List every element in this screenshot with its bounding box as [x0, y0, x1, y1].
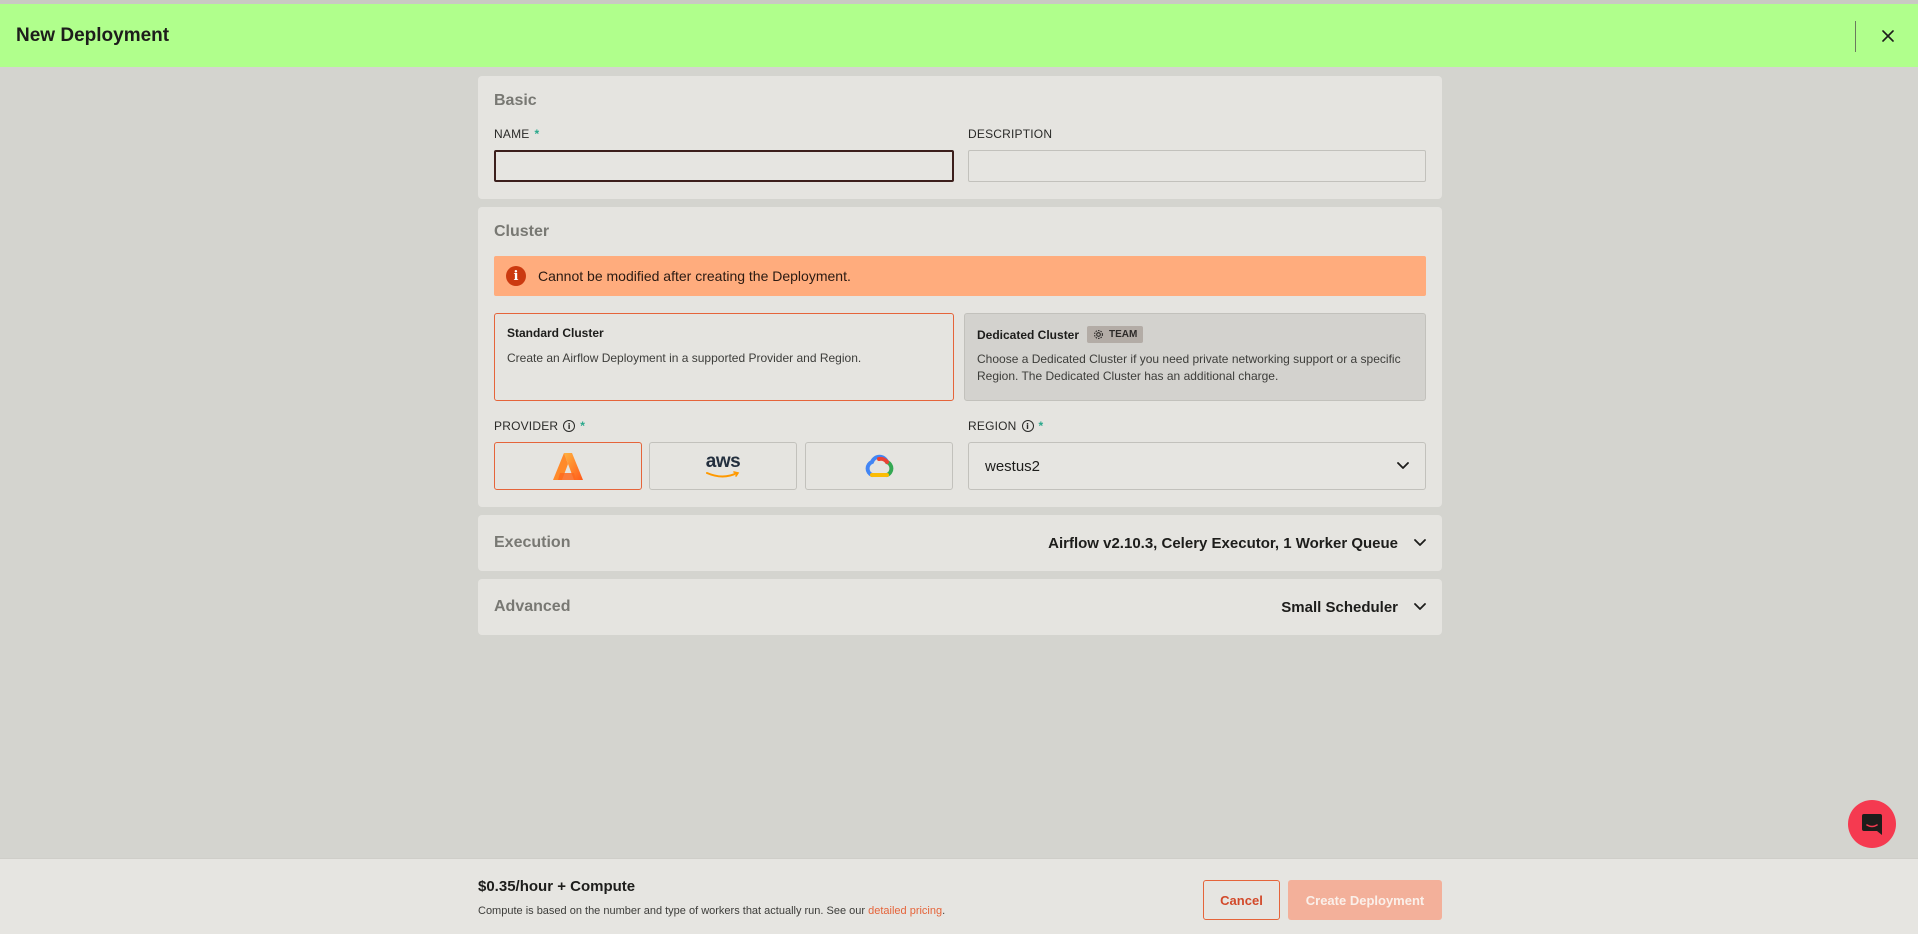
advanced-section[interactable]: Advanced Small Scheduler [478, 579, 1442, 635]
pricing-note-text: Compute is based on the number and type … [478, 905, 869, 917]
azure-icon [553, 453, 583, 480]
dedicated-cluster-header: Dedicated Cluster TEAM [977, 326, 1413, 343]
dedicated-cluster-title: Dedicated Cluster [977, 327, 1080, 342]
chat-launcher-button[interactable] [1848, 800, 1896, 848]
advanced-section-title: Advanced [494, 598, 571, 615]
cluster-warning-alert: i Cannot be modified after creating the … [494, 256, 1426, 296]
advanced-summary: Small Scheduler [1281, 598, 1398, 616]
provider-gcp-button[interactable] [805, 442, 953, 490]
required-mark: * [534, 127, 540, 141]
detailed-pricing-link[interactable]: detailed pricing [868, 905, 942, 917]
name-label-text: NAME [494, 127, 530, 141]
cluster-section: Cluster i Cannot be modified after creat… [478, 207, 1442, 507]
execution-section[interactable]: Execution Airflow v2.10.3, Celery Execut… [478, 515, 1442, 571]
info-alert-icon: i [506, 266, 526, 286]
gear-icon [1094, 330, 1104, 339]
execution-toggle[interactable]: Execution Airflow v2.10.3, Celery Execut… [478, 515, 1442, 571]
close-icon [1882, 30, 1894, 42]
region-select[interactable]: westus2 [968, 442, 1426, 490]
region-value: westus2 [985, 457, 1041, 475]
provider-label-text: PROVIDER [494, 419, 559, 433]
aws-logo-text: aws [705, 451, 741, 472]
price-summary: $0.35/hour + Compute [478, 878, 636, 895]
execution-section-title: Execution [494, 534, 571, 551]
alert-text: Cannot be modified after creating the De… [538, 268, 851, 284]
description-input[interactable] [968, 150, 1426, 182]
provider-azure-button[interactable] [494, 442, 642, 490]
provider-aws-button[interactable]: aws [649, 442, 797, 490]
cluster-section-title: Cluster [494, 223, 550, 240]
team-badge: TEAM [1087, 326, 1144, 343]
chat-icon [1862, 814, 1882, 835]
cancel-button[interactable]: Cancel [1203, 880, 1280, 920]
pricing-note: Compute is based on the number and type … [478, 905, 945, 917]
required-mark: * [1038, 419, 1044, 433]
basic-section: Basic NAME * DESCRIPTION [478, 76, 1442, 199]
name-input[interactable] [494, 150, 954, 182]
basic-section-title: Basic [494, 92, 537, 109]
standard-cluster-description: Create an Airflow Deployment in a suppor… [507, 351, 862, 365]
standard-cluster-title: Standard Cluster [507, 326, 604, 340]
name-label: NAME * [494, 127, 539, 141]
team-badge-label: TEAM [1109, 329, 1138, 340]
region-label: REGION i * [968, 419, 1043, 433]
aws-icon: aws [705, 451, 741, 479]
dedicated-cluster-description: Choose a Dedicated Cluster if you need p… [977, 352, 1401, 383]
create-deployment-button[interactable]: Create Deployment [1288, 880, 1442, 920]
close-button[interactable] [1878, 25, 1898, 47]
provider-info-icon[interactable]: i [563, 420, 576, 432]
header-divider [1855, 21, 1856, 52]
modal-footer: $0.35/hour + Compute Compute is based on… [0, 858, 1918, 934]
dedicated-cluster-option[interactable]: Dedicated Cluster TEAM Choose a Dedicate… [964, 313, 1426, 401]
region-label-text: REGION [968, 419, 1017, 433]
pricing-note-end: . [942, 905, 946, 917]
provider-label: PROVIDER i * [494, 419, 585, 433]
execution-summary: Airflow v2.10.3, Celery Executor, 1 Work… [1048, 534, 1398, 552]
chevron-down-icon [1414, 539, 1426, 546]
advanced-toggle[interactable]: Advanced Small Scheduler [478, 579, 1442, 635]
page-title: New Deployment [16, 24, 170, 46]
chevron-down-icon [1397, 462, 1409, 469]
gcp-icon [865, 454, 894, 477]
modal-header: New Deployment [0, 4, 1918, 67]
standard-cluster-option[interactable]: Standard Cluster Create an Airflow Deplo… [494, 313, 954, 401]
region-info-icon[interactable]: i [1021, 420, 1034, 432]
required-mark: * [580, 419, 586, 433]
description-label: DESCRIPTION [968, 127, 1053, 141]
chevron-down-icon [1414, 603, 1426, 610]
